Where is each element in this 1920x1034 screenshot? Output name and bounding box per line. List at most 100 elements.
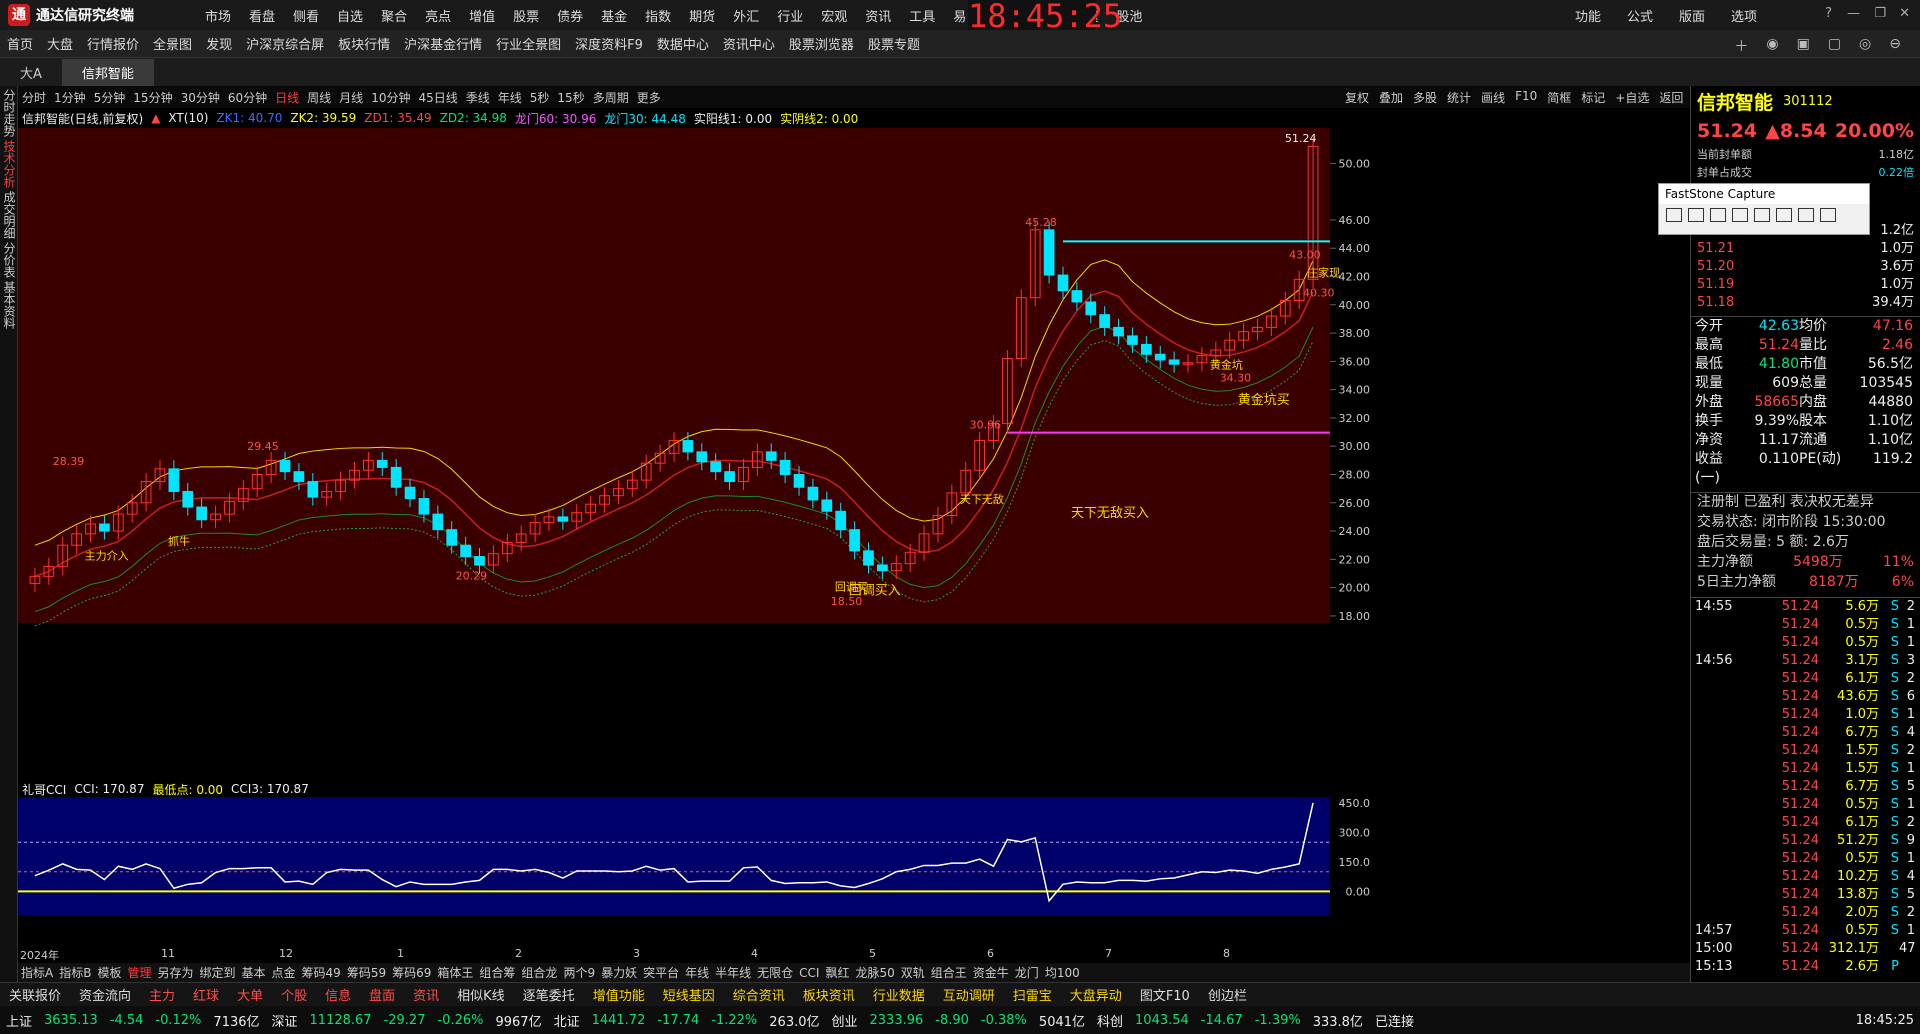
toolbar-item-0[interactable]: 首页	[7, 34, 33, 53]
restore-icon[interactable]: ❐	[1874, 6, 1886, 21]
candle-body[interactable]	[1127, 335, 1138, 345]
period-3[interactable]: 15分钟	[133, 89, 172, 106]
period-5[interactable]: 60分钟	[228, 89, 267, 106]
candle-body[interactable]	[835, 510, 847, 531]
candle-body[interactable]	[696, 451, 708, 463]
right-menu-item-0[interactable]: 功能	[1575, 6, 1601, 25]
period-0[interactable]: 分时	[22, 89, 46, 106]
indicator-tab-2[interactable]: 模板	[97, 964, 121, 981]
tick-list[interactable]: 14:55 51.24 5.6万 S 2 51.24 0.5万 S 1 51.24 0.5万 S 1 14…	[1691, 598, 1920, 976]
indicator-tab-27[interactable]: 均100	[1045, 964, 1080, 981]
candle-body[interactable]	[710, 461, 722, 473]
tick-row[interactable]: 51.24 43.6万 S 6	[1691, 688, 1920, 706]
close-icon[interactable]: ✕	[1899, 6, 1910, 21]
chart-tool-8[interactable]: +自选	[1615, 89, 1649, 106]
menu-item-5[interactable]: 亮点	[425, 6, 451, 25]
period-7[interactable]: 周线	[307, 89, 331, 106]
candle-body[interactable]	[557, 516, 569, 522]
menu-item-17[interactable]: 易	[953, 6, 966, 25]
tick-row[interactable]: 15:00 51.24 312.1万 47	[1691, 940, 1920, 958]
candle-body[interactable]	[821, 499, 833, 512]
candle-body[interactable]	[99, 523, 110, 532]
function-tab-20[interactable]: 创边栏	[1208, 985, 1247, 1004]
menu-item-9[interactable]: 基金	[601, 6, 627, 25]
chart-tool-9[interactable]: 返回	[1659, 89, 1683, 106]
candle-body[interactable]	[446, 529, 458, 546]
view-1[interactable]: 技术分析	[2, 140, 16, 188]
right-menu-item-2[interactable]: 版面	[1679, 6, 1705, 25]
chart-tool-4[interactable]: 画线	[1481, 89, 1505, 106]
function-tab-16[interactable]: 互动调研	[943, 985, 995, 1004]
indicator-tab-12[interactable]: 组合筹	[479, 964, 515, 981]
indicator-tab-6[interactable]: 基本	[242, 964, 266, 981]
chart-tool-3[interactable]: 统计	[1447, 89, 1471, 106]
minimize-icon[interactable]: —	[1847, 6, 1860, 21]
candle-body[interactable]	[474, 556, 485, 566]
indicator-tab-22[interactable]: 龙脉50	[855, 964, 894, 981]
indicator-tab-16[interactable]: 突平台	[643, 964, 679, 981]
indicator-tab-1[interactable]: 指标B	[59, 964, 91, 981]
indicator-tab-20[interactable]: CCI	[799, 966, 819, 980]
function-tab-8[interactable]: 资讯	[413, 985, 439, 1004]
tick-row[interactable]: 51.24 6.7万 S 4	[1691, 724, 1920, 742]
candle-body[interactable]	[293, 471, 305, 483]
main-chart-svg[interactable]: 50.00 46.00 44.00 42.00 40.00 38.00 36.00 34.00…	[18, 128, 1690, 778]
period-2[interactable]: 5分钟	[94, 89, 126, 106]
candle-body[interactable]	[724, 471, 735, 483]
toolbar-item-2[interactable]: 行情报价	[87, 34, 139, 53]
function-tab-3[interactable]: 红球	[193, 985, 219, 1004]
index-sz-0[interactable]: 深证	[272, 1011, 298, 1030]
tick-row[interactable]: 51.24 0.5万 S 1	[1691, 850, 1920, 868]
tick-row[interactable]: 51.24 1.5万 S 2	[1691, 742, 1920, 760]
tab-1[interactable]: 信邦智能	[61, 59, 154, 86]
capture-rect-icon[interactable]	[1710, 208, 1726, 222]
candle-body[interactable]	[807, 486, 819, 501]
period-10[interactable]: 45日线	[418, 89, 457, 106]
period-11[interactable]: 季线	[466, 89, 490, 106]
menu-item-11[interactable]: 期货	[689, 6, 715, 25]
indicator-tab-18[interactable]: 半年线	[715, 964, 751, 981]
tab-0[interactable]: 大A	[0, 59, 62, 86]
candle-body[interactable]	[432, 513, 444, 531]
toolbar-item-11[interactable]: 资讯中心	[723, 34, 775, 53]
candle-body[interactable]	[404, 486, 416, 500]
menu-item-6[interactable]: 增值	[469, 6, 495, 25]
menu-item-15[interactable]: 资讯	[865, 6, 891, 25]
candle-body[interactable]	[390, 466, 402, 488]
tick-row[interactable]: 51.24 1.0万 S 1	[1691, 706, 1920, 724]
candle-body[interactable]	[1057, 274, 1069, 292]
candle-body[interactable]	[168, 468, 180, 492]
indicator-tab-21[interactable]: 飘红	[825, 964, 849, 981]
capture-object-icon[interactable]	[1688, 208, 1704, 222]
candle-body[interactable]	[1099, 314, 1111, 328]
function-tab-18[interactable]: 大盘异动	[1070, 985, 1122, 1004]
toolbar-item-10[interactable]: 数据中心	[657, 34, 709, 53]
tick-row[interactable]: 51.24 0.5万 S 1	[1691, 616, 1920, 634]
period-4[interactable]: 30分钟	[181, 89, 220, 106]
bid-row[interactable]: 51.18 39.4万	[1691, 294, 1920, 312]
capture-scroll-icon[interactable]	[1776, 208, 1792, 222]
bid-row[interactable]: 51.20 3.6万	[1691, 258, 1920, 276]
menu-item-10[interactable]: 指数	[645, 6, 671, 25]
chart-tool-2[interactable]: 多股	[1413, 89, 1437, 106]
cci-chart-svg[interactable]: 450.0 300.0 150.0 0.00	[18, 797, 1690, 945]
candle-body[interactable]	[849, 529, 860, 552]
candle-body[interactable]	[182, 490, 194, 508]
cube-icon[interactable]: ▢	[1828, 36, 1841, 56]
tick-row[interactable]: 51.24 0.5万 S 1	[1691, 634, 1920, 652]
function-tab-6[interactable]: 信息	[325, 985, 351, 1004]
indicator-tab-14[interactable]: 两个9	[563, 964, 595, 981]
menu-item-12[interactable]: 外汇	[733, 6, 759, 25]
indicator-tab-15[interactable]: 暴力妖	[601, 964, 637, 981]
tick-row[interactable]: 51.24 0.5万 S 1	[1691, 796, 1920, 814]
toolbar-item-4[interactable]: 发现	[206, 34, 232, 53]
help-icon[interactable]: ?	[1825, 6, 1832, 21]
indicator-tab-4[interactable]: 另存为	[157, 964, 193, 981]
tick-row[interactable]: 14:55 51.24 5.6万 S 2	[1691, 598, 1920, 616]
tick-row[interactable]: 51.24 2.0万 S 2	[1691, 904, 1920, 922]
capture-fullscreen-icon[interactable]	[1754, 208, 1770, 222]
period-14[interactable]: 15秒	[557, 89, 584, 106]
function-tab-14[interactable]: 板块资讯	[803, 985, 855, 1004]
indicator-tab-5[interactable]: 绑定到	[200, 964, 236, 981]
lock-icon[interactable]: ▣	[1797, 36, 1810, 56]
